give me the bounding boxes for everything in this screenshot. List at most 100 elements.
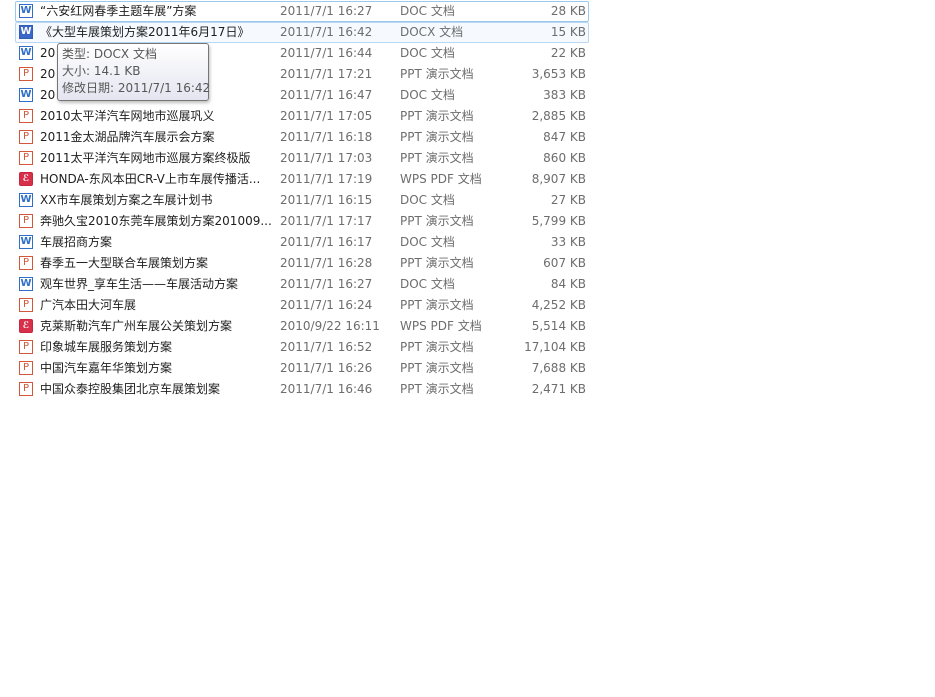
file-size: 28 KB [550,4,586,18]
file-name: 中国汽车嘉年华策划方案 [40,361,173,375]
file-date-modified: 2011/7/1 16:42 [280,25,373,39]
file-row[interactable]: P 中国众泰控股集团北京车展策划案 2011/7/1 16:46 PPT 演示文档 2,… [15,379,589,400]
ppt-icon: P [19,340,33,354]
file-type: PPT 演示文档 [400,109,474,123]
file-info-tooltip: 类型: DOCX 文档 大小: 14.1 KB 修改日期: 2011/7/1 1… [57,43,210,101]
file-type: DOCX 文档 [400,25,464,39]
file-name: XX市车展策划方案之车展计划书 [40,193,213,207]
file-row[interactable]: W 车展招商方案 2011/7/1 16:17 DOC 文档 33 KB [15,232,589,253]
file-row[interactable]: P 印象城车展服务策划方案 2011/7/1 16:52 PPT 演示文档 17,104… [15,337,589,358]
file-name: 中国众泰控股集团北京车展策划案 [40,382,221,396]
file-size: 8,907 KB [531,172,586,186]
file-date-modified: 2011/7/1 16:24 [280,298,373,312]
doc-icon: W [19,88,33,102]
file-row[interactable]: W “六安红网春季主题车展”方案 2011/7/1 16:27 DOC 文档 28 KB [15,1,589,22]
file-size: 847 KB [543,130,586,144]
file-type: DOC 文档 [400,4,455,18]
ppt-icon: P [19,151,33,165]
file-name: 2011金太湖品牌汽车展示会方案 [40,130,215,144]
file-row[interactable]: W 《大型车展策划方案2011年6月17日》 2011/7/1 16:42 DOCX … [15,22,589,43]
file-name: 春季五一大型联合车展策划方案 [40,256,209,270]
file-date-modified: 2011/7/1 17:19 [280,172,373,186]
file-size: 84 KB [550,277,586,291]
file-type: PPT 演示文档 [400,361,474,375]
file-size: 3,653 KB [531,67,586,81]
file-name: 观车世界_享车生活——车展活动方案 [40,277,239,291]
file-size: 2,471 KB [531,382,586,396]
file-size: 607 KB [543,256,586,270]
file-size: 383 KB [543,88,586,102]
file-row[interactable]: P 春季五一大型联合车展策划方案 2011/7/1 16:28 PPT 演示文档 607… [15,253,589,274]
file-row[interactable]: P 奔驰久宝2010东莞车展策划方案201009... 2011/7/1 17:17… [15,211,589,232]
file-date-modified: 2011/7/1 16:26 [280,361,373,375]
file-name: 《大型车展策划方案2011年6月17日》 [40,25,250,39]
file-row[interactable]: P 2011太平洋汽车网地市巡展方案终极版 2011/7/1 17:03 PPT 演示… [15,148,589,169]
ppt-icon: P [19,382,33,396]
file-type: PPT 演示文档 [400,382,474,396]
file-size: 17,104 KB [524,340,586,354]
doc-icon: W [19,277,33,291]
file-type: PPT 演示文档 [400,214,474,228]
pdf-icon: ℰ [19,172,33,186]
file-date-modified: 2011/7/1 16:27 [280,4,373,18]
file-date-modified: 2011/7/1 16:52 [280,340,373,354]
file-name: 2010太平洋汽车网地市巡展巩义 [40,109,215,123]
file-row[interactable]: ℰ 克莱斯勒汽车广州车展公关策划方案 2010/9/22 16:11 WPS PDF … [15,316,589,337]
doc-icon: W [19,235,33,249]
file-date-modified: 2011/7/1 17:21 [280,67,373,81]
file-date-modified: 2011/7/1 16:18 [280,130,373,144]
file-date-modified: 2011/7/1 17:05 [280,109,373,123]
file-name: 克莱斯勒汽车广州车展公关策划方案 [40,319,233,333]
file-size: 860 KB [543,151,586,165]
file-name: 车展招商方案 [40,235,113,249]
file-row[interactable]: W XX市车展策划方案之车展计划书 2011/7/1 16:15 DOC 文档 27 K… [15,190,589,211]
file-row[interactable]: P 广汽本田大河车展 2011/7/1 16:24 PPT 演示文档 4,252 KB [15,295,589,316]
file-name: HONDA-东风本田CR-V上市车展传播活... [40,172,261,186]
file-size: 5,514 KB [531,319,586,333]
file-size: 33 KB [550,235,586,249]
file-row[interactable]: P 中国汽车嘉年华策划方案 2011/7/1 16:26 PPT 演示文档 7,688 … [15,358,589,379]
file-name: 奔驰久宝2010东莞车展策划方案201009... [40,214,272,228]
file-date-modified: 2011/7/1 16:27 [280,277,373,291]
file-row[interactable]: P 2010太平洋汽车网地市巡展巩义 2011/7/1 17:05 PPT 演示文档 2… [15,106,589,127]
file-name: “六安红网春季主题车展”方案 [40,4,197,18]
file-date-modified: 2011/7/1 16:15 [280,193,373,207]
file-type: DOC 文档 [400,46,455,60]
file-row[interactable]: W 观车世界_享车生活——车展活动方案 2011/7/1 16:27 DOC 文档 84… [15,274,589,295]
file-type: PPT 演示文档 [400,256,474,270]
doc-icon: W [19,4,33,18]
file-type: PPT 演示文档 [400,340,474,354]
tooltip-size: 大小: 14.1 KB [62,64,141,78]
file-row[interactable]: ℰ HONDA-东风本田CR-V上市车展传播活... 2011/7/1 17:19 W… [15,169,589,190]
tooltip-type: 类型: DOCX 文档 [62,47,157,61]
file-date-modified: 2011/7/1 17:17 [280,214,373,228]
file-size: 5,799 KB [531,214,586,228]
ppt-icon: P [19,130,33,144]
file-name: 广汽本田大河车展 [40,298,137,312]
file-type: DOC 文档 [400,277,455,291]
file-name: 2011太平洋汽车网地市巡展方案终极版 [40,151,251,165]
file-date-modified: 2011/7/1 16:47 [280,88,373,102]
file-date-modified: 2011/7/1 16:17 [280,235,373,249]
ppt-icon: P [19,361,33,375]
pdf-icon: ℰ [19,319,33,333]
ppt-icon: P [19,214,33,228]
file-row[interactable]: P 2011金太湖品牌汽车展示会方案 2011/7/1 16:18 PPT 演示文档 8… [15,127,589,148]
file-size: 4,252 KB [531,298,586,312]
file-date-modified: 2011/7/1 16:28 [280,256,373,270]
file-type: DOC 文档 [400,235,455,249]
file-size: 22 KB [550,46,586,60]
doc-icon: W [19,193,33,207]
file-type: PPT 演示文档 [400,130,474,144]
file-type: WPS PDF 文档 [400,172,482,186]
ppt-icon: P [19,256,33,270]
file-type: PPT 演示文档 [400,151,474,165]
file-name: 印象城车展服务策划方案 [40,340,173,354]
file-date-modified: 2011/7/1 16:46 [280,382,373,396]
file-size: 7,688 KB [531,361,586,375]
doc-icon: W [19,46,33,60]
file-type: DOC 文档 [400,193,455,207]
file-size: 2,885 KB [531,109,586,123]
ppt-icon: P [19,109,33,123]
file-size: 27 KB [550,193,586,207]
